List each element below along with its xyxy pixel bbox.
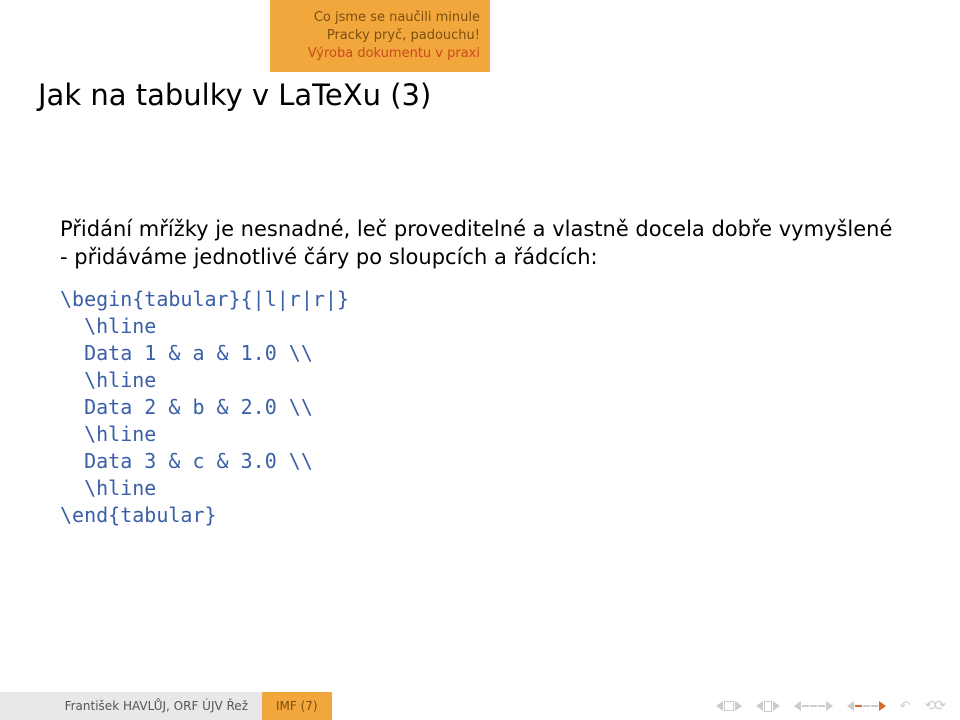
beamer-nav: ↶ ⟲⟳	[716, 698, 944, 714]
nav-slide-prev-next[interactable]	[716, 701, 742, 711]
prev-slide-icon	[716, 701, 723, 711]
section-lines-icon	[802, 705, 825, 707]
prev-subsection-icon	[847, 701, 854, 711]
footer-author: František HAVLŮJ, ORF ÚJV Řež	[0, 692, 262, 720]
slide-content: Přidání mřížky je nesnadné, leč provedit…	[60, 215, 900, 529]
subsection-lines-icon	[855, 705, 878, 707]
nav-frame-prev-next[interactable]	[756, 701, 780, 712]
prev-frame-icon	[756, 701, 763, 711]
next-section-icon	[826, 701, 833, 711]
next-slide-icon	[735, 701, 742, 711]
slide-box-icon	[724, 701, 734, 711]
header-item-1[interactable]: Co jsme se naučili minule	[314, 9, 480, 27]
frame-box-icon	[764, 701, 772, 712]
footer: František HAVLŮJ, ORF ÚJV Řež IMF (7)	[0, 692, 960, 720]
header-item-3[interactable]: Výroba dokumentu v praxi	[308, 45, 480, 63]
footer-short-title: IMF (7)	[262, 692, 332, 720]
section-header: Co jsme se naučili minule Pracky pryč, p…	[270, 0, 490, 72]
next-subsection-icon	[879, 701, 886, 711]
code-block: \begin{tabular}{|l|r|r|} \hline Data 1 &…	[60, 286, 900, 529]
body-paragraph: Přidání mřížky je nesnadné, leč provedit…	[60, 215, 900, 272]
prev-section-icon	[794, 701, 801, 711]
nav-section-prev-next[interactable]	[794, 701, 833, 711]
page-title: Jak na tabulky v LaTeXu (3)	[38, 78, 431, 112]
nav-back-icon[interactable]: ↶	[900, 699, 911, 714]
next-frame-icon	[773, 701, 780, 711]
header-item-2[interactable]: Pracky pryč, padouchu!	[327, 27, 480, 45]
nav-search-icon[interactable]: ⟲⟳	[925, 698, 944, 714]
nav-subsection-prev-next[interactable]	[847, 701, 886, 711]
